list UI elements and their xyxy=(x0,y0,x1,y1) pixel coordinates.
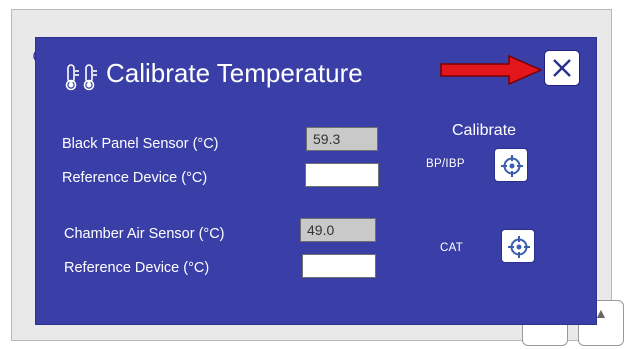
black-panel-sensor-value: 59.3 xyxy=(306,127,378,151)
thermometer-icon xyxy=(65,64,97,91)
chamber-air-sensor-value: 49.0 xyxy=(300,218,376,242)
chamber-air-reference-input[interactable] xyxy=(302,254,376,278)
calibrate-heading: Calibrate xyxy=(452,122,517,139)
cat-label: CAT xyxy=(440,242,464,254)
red-arrow-pointer xyxy=(440,55,543,85)
black-panel-sensor-label: Black Panel Sensor (°C) xyxy=(62,136,219,152)
calibrate-bp-ibp-button[interactable] xyxy=(494,148,528,182)
dialog-title: Calibrate Temperature xyxy=(106,58,363,88)
target-icon xyxy=(508,236,530,258)
calibrate-temperature-dialog: Calibrate Temperature Black Panel Sensor… xyxy=(36,38,596,324)
bp-ibp-label: BP/IBP xyxy=(426,158,465,170)
chamber-air-reference-label: Reference Device (°C) xyxy=(64,260,210,276)
chamber-air-sensor-label: Chamber Air Sensor (°C) xyxy=(64,226,225,242)
black-panel-reference-label: Reference Device (°C) xyxy=(62,170,208,186)
close-button[interactable] xyxy=(544,50,580,86)
close-icon xyxy=(553,59,571,77)
calibrate-cat-button[interactable] xyxy=(501,229,535,263)
chevron-up-icon: ▲ xyxy=(594,305,608,321)
target-icon xyxy=(501,155,523,177)
black-panel-reference-input[interactable] xyxy=(305,163,379,187)
